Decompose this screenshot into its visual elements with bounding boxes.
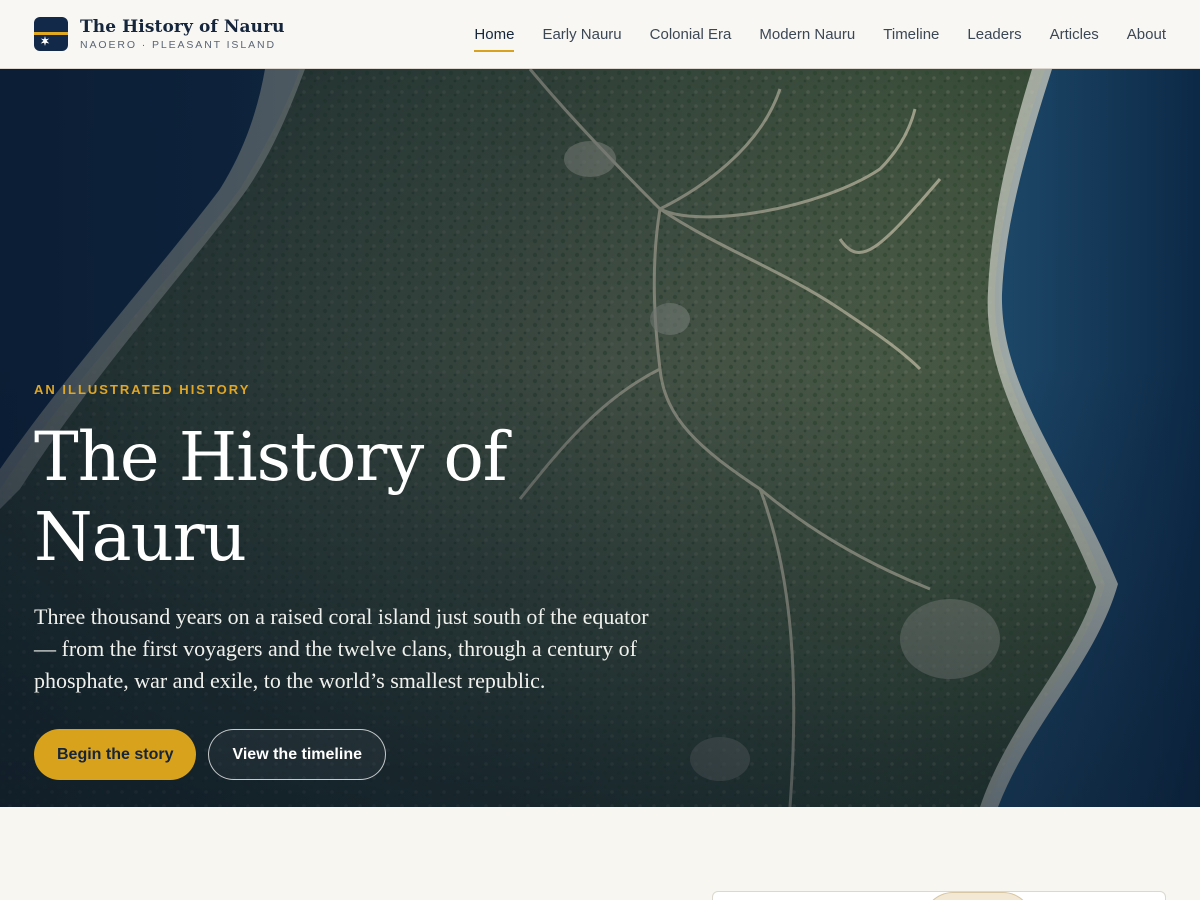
hero-content: AN ILLUSTRATED HISTORY The History of Na… (34, 382, 674, 780)
nauru-flag-icon (34, 17, 68, 51)
brand-subtitle: NAOERO · PLEASANT ISLAND (80, 39, 276, 51)
nav-early-nauru[interactable]: Early Nauru (542, 0, 621, 69)
nav-timeline[interactable]: Timeline (883, 0, 939, 69)
main-nav: Home Early Nauru Colonial Era Modern Nau… (474, 0, 1166, 69)
nav-about[interactable]: About (1127, 0, 1166, 69)
nav-home[interactable]: Home (474, 0, 515, 69)
island-outline-shape (923, 892, 1033, 900)
nav-leaders[interactable]: Leaders (967, 0, 1021, 69)
hero-eyebrow: AN ILLUSTRATED HISTORY (34, 382, 251, 397)
nav-articles[interactable]: Articles (1050, 0, 1099, 69)
brand-logo-link[interactable]: The History of Nauru NAOERO · PLEASANT I… (34, 17, 285, 51)
begin-story-button[interactable]: Begin the story (34, 729, 197, 780)
view-timeline-button[interactable]: View the timeline (208, 729, 386, 780)
brand-text: The History of Nauru NAOERO · PLEASANT I… (80, 17, 285, 51)
hero-actions: Begin the story View the timeline (34, 729, 674, 780)
brand-title: The History of Nauru (80, 17, 285, 37)
hero-section: AN ILLUSTRATED HISTORY The History of Na… (0, 69, 1200, 807)
site-header: The History of Nauru NAOERO · PLEASANT I… (0, 0, 1200, 69)
hero-title: The History of Nauru (34, 418, 508, 576)
nav-modern-nauru[interactable]: Modern Nauru (759, 0, 855, 69)
island-map-card (712, 891, 1166, 900)
intro-section (0, 807, 1200, 900)
nav-colonial-era[interactable]: Colonial Era (650, 0, 732, 69)
hero-lede: Three thousand years on a raised coral i… (34, 604, 649, 693)
